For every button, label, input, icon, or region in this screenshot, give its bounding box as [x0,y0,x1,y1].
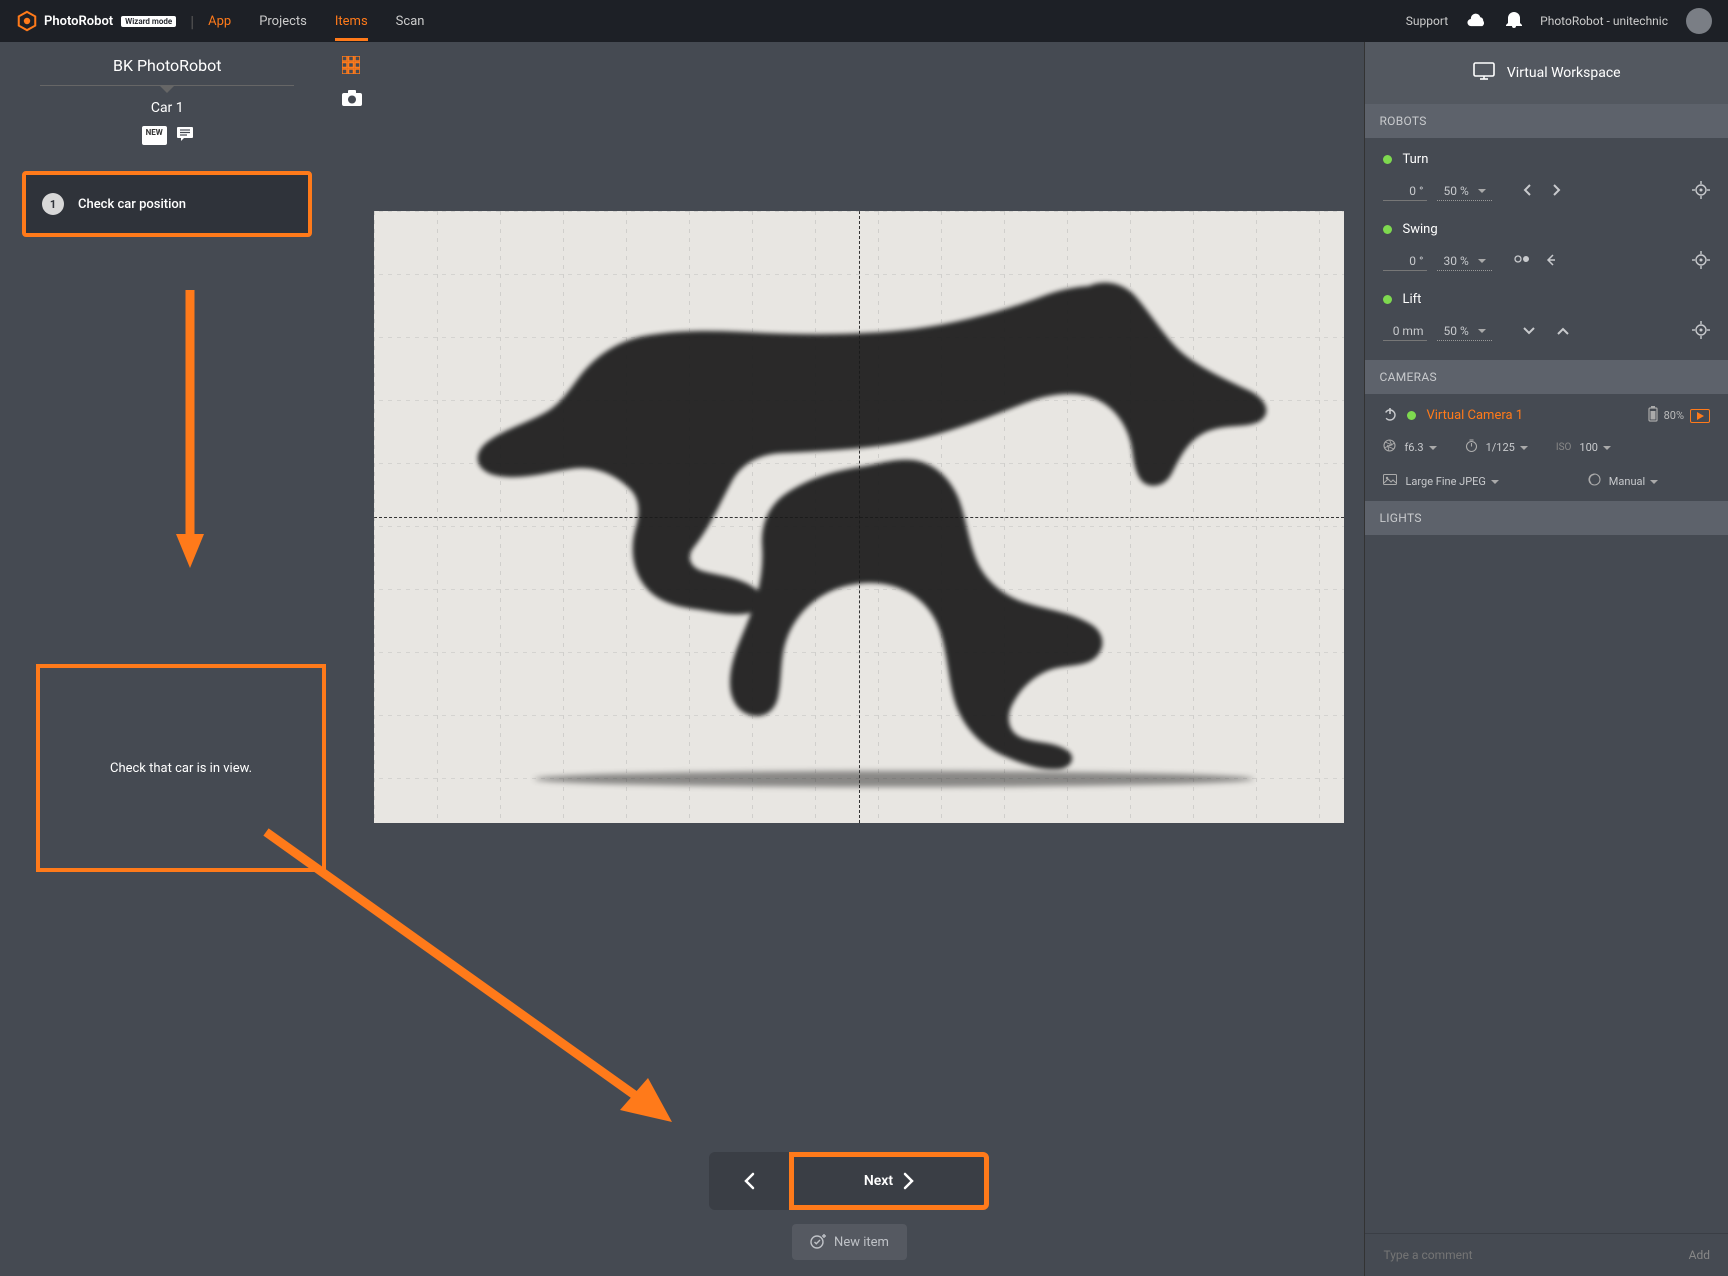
robot-turn: Turn 0 ° 50 % [1365,138,1728,208]
new-item-button[interactable]: New item [792,1224,907,1260]
lift-target-icon[interactable] [1692,321,1710,342]
shutter-setting[interactable]: 1/125 [1465,439,1528,455]
lift-up-icon[interactable] [1556,325,1570,339]
step-label: Check car position [78,197,186,212]
support-link[interactable]: Support [1406,14,1448,28]
nav-separator: | [190,12,194,31]
status-dot-icon [1383,225,1392,234]
nav-items[interactable]: Items [335,2,368,41]
item-title[interactable]: Car 1 [0,100,334,116]
new-badge: NEW [142,126,167,145]
brand-text: PhotoRobot [44,14,113,29]
live-preview[interactable] [374,211,1344,823]
aperture-icon [1383,439,1396,455]
lift-value[interactable]: 0 mm [1383,322,1427,341]
camera-virtual-1: Virtual Camera 1 80% f6.3 1/125 ISO [1365,394,1728,501]
swing-target-icon[interactable] [1692,251,1710,272]
status-dot-icon [1383,155,1392,164]
section-cameras[interactable]: CAMERAS [1365,360,1728,394]
robot-lift-label: Lift [1402,292,1421,307]
battery-pct: 80% [1664,409,1684,422]
camera-name[interactable]: Virtual Camera 1 [1426,408,1523,423]
nav-scan[interactable]: Scan [396,2,425,41]
step-nav-buttons: Next [709,1152,989,1210]
step-check-car-position[interactable]: 1 Check car position [22,171,312,237]
check-plus-icon [810,1234,826,1250]
monitor-icon [1473,62,1495,84]
brand-logo[interactable]: PhotoRobot Wizard mode [16,10,176,32]
comment-area: Add [1365,1233,1728,1276]
new-item-label: New item [834,1235,889,1250]
logo-hex-icon [16,10,38,32]
nav-projects[interactable]: Projects [259,2,307,41]
comment-icon[interactable] [177,126,193,145]
status-dot-icon [1383,295,1392,304]
swing-return-icon[interactable] [1544,253,1558,270]
wizard-mode-badge: Wizard mode [121,16,176,27]
camera-icon[interactable] [342,90,362,110]
annotation-arrow-down [176,290,216,570]
prev-button[interactable] [709,1152,789,1210]
iso-setting[interactable]: ISO 100 [1556,439,1611,455]
instruction-callout: Check that car is in view. [36,664,326,872]
left-sidebar: BK PhotoRobot Car 1 NEW 1 Check car posi… [0,42,334,1276]
avatar[interactable] [1686,8,1712,34]
user-name[interactable]: PhotoRobot - unitechnic [1540,14,1668,28]
battery-icon [1648,406,1658,425]
turn-target-icon[interactable] [1692,181,1710,202]
robot-swing-label: Swing [1402,222,1437,237]
turn-value[interactable]: 0 ° [1383,182,1427,201]
next-button[interactable]: Next [789,1152,989,1210]
comment-input[interactable] [1383,1248,1676,1262]
section-lights[interactable]: LIGHTS [1365,501,1728,535]
workspace-title: Virtual Workspace [1507,65,1621,81]
quality-setting[interactable]: Large Fine JPEG [1383,473,1559,489]
live-view-icon[interactable] [1690,409,1710,423]
right-sidebar: Virtual Workspace ROBOTS Turn 0 ° 50 % S… [1364,42,1728,1276]
lift-down-icon[interactable] [1522,325,1536,339]
swing-value[interactable]: 0 ° [1383,252,1427,271]
mode-setting[interactable]: Manual [1588,473,1658,489]
robot-lift: Lift 0 mm 50 % [1365,278,1728,360]
section-robots[interactable]: ROBOTS [1365,104,1728,138]
turn-speed[interactable]: 50 % [1437,182,1491,201]
lift-speed[interactable]: 50 % [1437,322,1491,341]
power-icon[interactable] [1383,407,1397,425]
comment-add-button[interactable]: Add [1689,1248,1710,1262]
robot-turn-label: Turn [1402,152,1428,167]
workspace-header: Virtual Workspace [1365,42,1728,104]
mode-icon [1588,473,1601,489]
status-dot-icon [1407,411,1416,420]
robot-swing: Swing 0 ° 30 % [1365,208,1728,278]
nav-app[interactable]: App [208,2,231,41]
swing-speed[interactable]: 30 % [1437,252,1491,271]
instruction-text: Check that car is in view. [110,761,252,776]
next-button-label: Next [864,1173,893,1189]
top-nav: PhotoRobot Wizard mode | App Projects It… [0,0,1728,42]
step-number-badge: 1 [42,193,64,215]
bell-icon[interactable] [1506,10,1522,32]
center-area: Next New item [334,42,1364,1276]
image-icon [1383,474,1397,488]
grid-view-icon[interactable] [342,56,362,76]
preview-subject-silhouette [464,241,1294,801]
turn-right-icon[interactable] [1552,183,1562,200]
turn-left-icon[interactable] [1522,183,1532,200]
timer-icon [1465,439,1478,455]
project-title[interactable]: BK PhotoRobot [0,56,334,75]
swing-link-icon[interactable] [1514,253,1530,270]
cloud-icon[interactable] [1466,11,1488,31]
aperture-setting[interactable]: f6.3 [1383,439,1436,455]
